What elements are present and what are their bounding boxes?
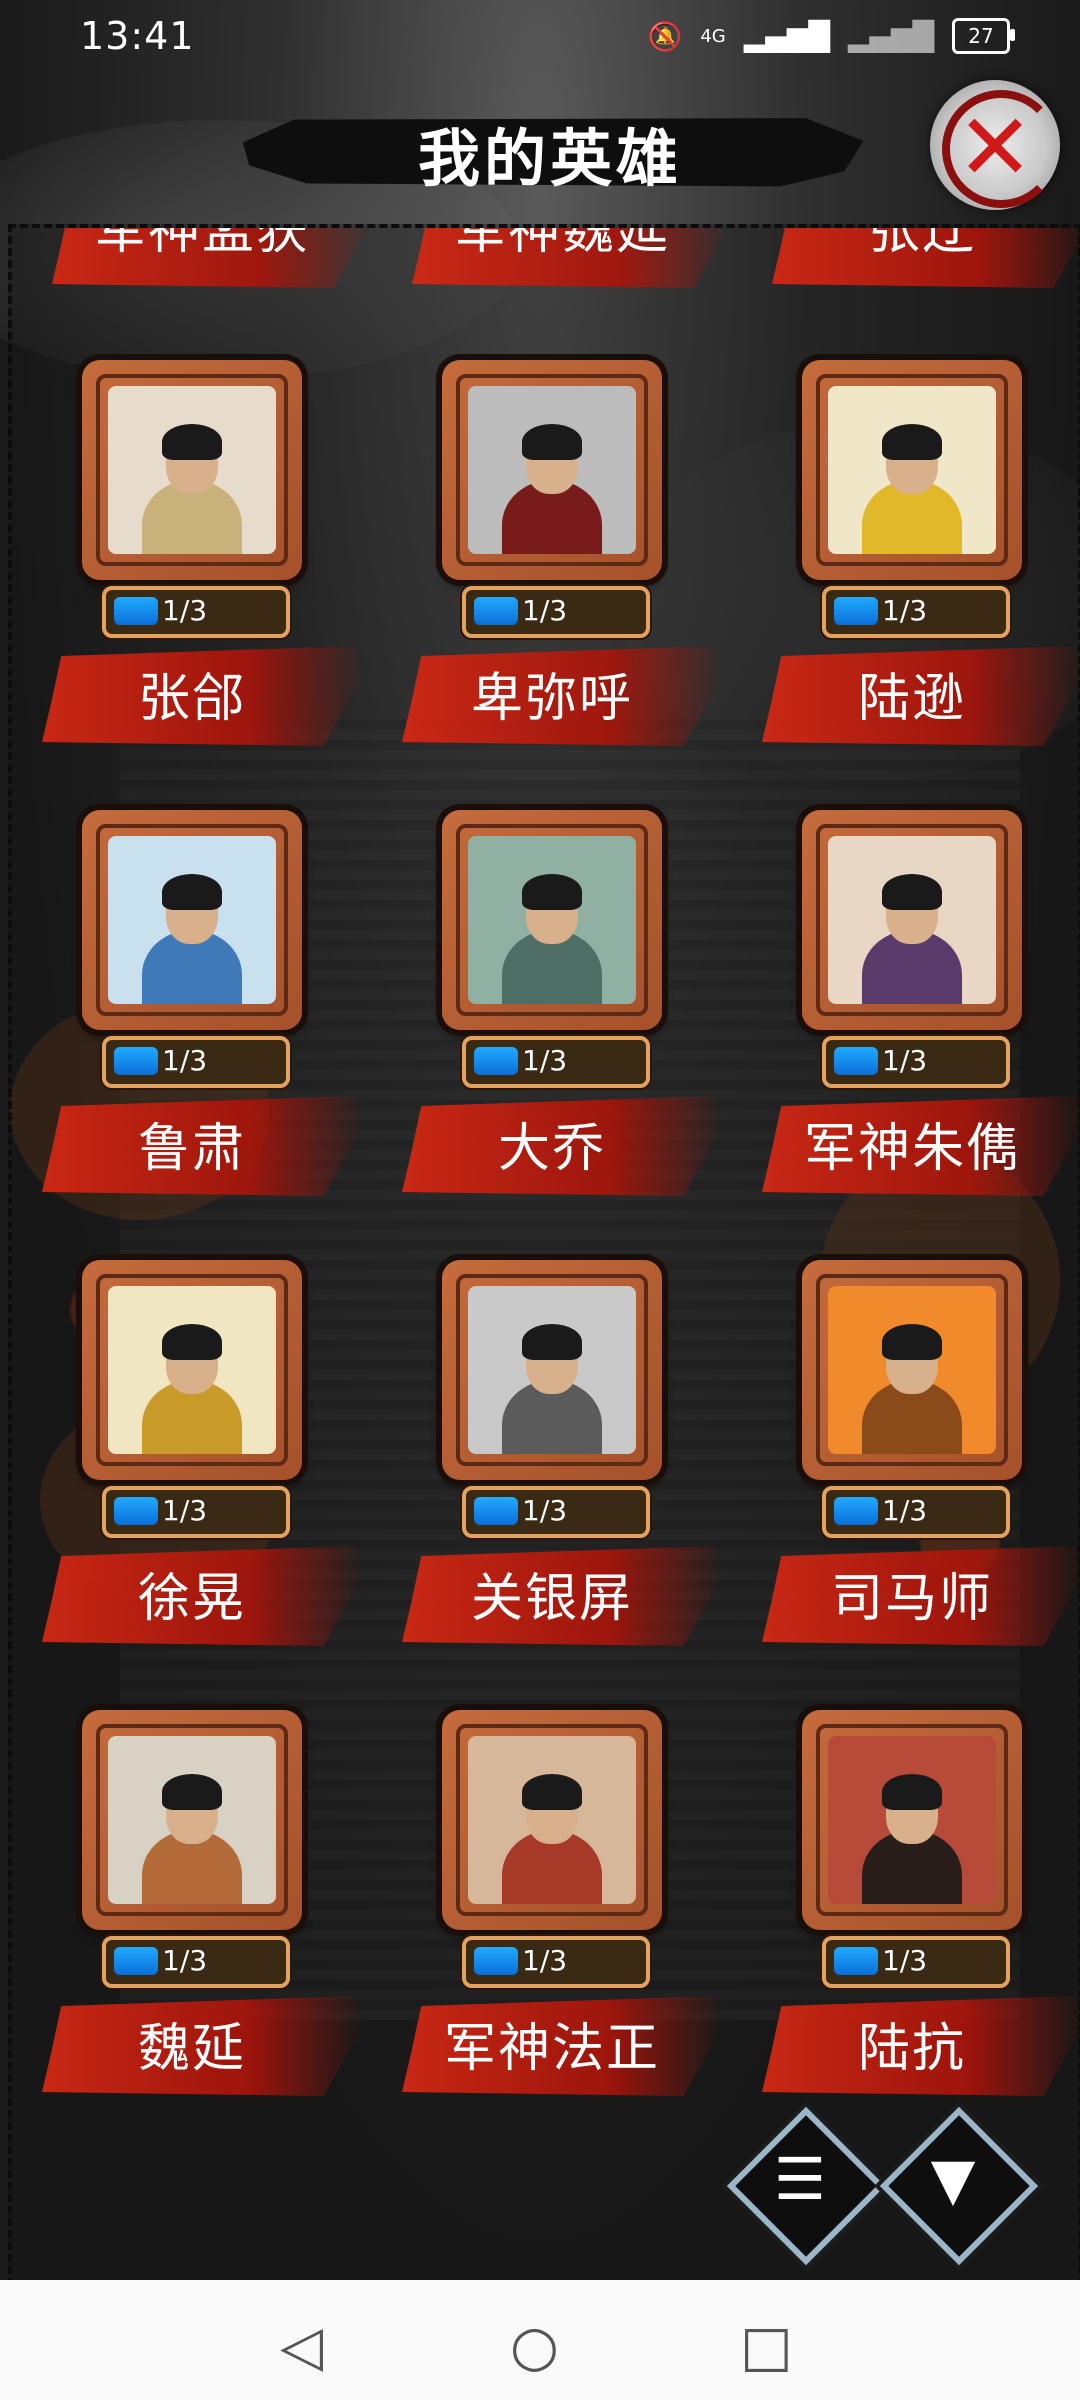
battery-icon: 27 <box>952 18 1015 54</box>
hero-card[interactable]: 1/3 卑弥呼 <box>402 360 722 760</box>
filter-button[interactable]: ▼ <box>879 2106 1039 2266</box>
hero-portrait <box>108 1736 276 1904</box>
shard-progress-text: 1/3 <box>522 1494 568 1527</box>
list-view-button[interactable]: ☰ <box>726 2106 886 2266</box>
shard-progress-text: 1/3 <box>522 1944 568 1977</box>
mute-icon: 🔕 <box>647 19 683 53</box>
shard-progress: 1/3 <box>102 1036 290 1088</box>
hero-portrait <box>468 836 636 1004</box>
hero-portrait <box>468 1736 636 1904</box>
hero-portrait <box>828 1286 996 1454</box>
shard-progress: 1/3 <box>822 586 1010 638</box>
shard-progress: 1/3 <box>822 1936 1010 1988</box>
hero-portrait <box>828 836 996 1004</box>
portrait-frame <box>82 1710 302 1930</box>
portrait-frame <box>82 1260 302 1480</box>
hero-card[interactable]: 1/3 关银屏 <box>402 1260 722 1660</box>
filter-icon: ▼ <box>930 2145 976 2213</box>
hero-grid: 军神孟获 军神魏延 张辽 1/3 张郃 1/3 卑弥呼 1/3 陆逊 1/3 鲁… <box>12 228 1078 2282</box>
signal-icon: ▂▄▆█ <box>743 19 830 53</box>
portrait-frame <box>802 1260 1022 1480</box>
shard-progress-text: 1/3 <box>882 1494 928 1527</box>
hero-name: 军神法正 <box>443 2019 660 2079</box>
status-icons: 🔕 4G ▂▄▆█ ▂▄▆█ 27 <box>647 18 1015 54</box>
status-bar: 13:41 🔕 4G ▂▄▆█ ▂▄▆█ 27 <box>0 0 1080 74</box>
shard-progress-text: 1/3 <box>162 1494 208 1527</box>
hero-name: 陆逊 <box>857 669 966 729</box>
shard-progress: 1/3 <box>102 1486 290 1538</box>
hero-name: 军神朱儁 <box>803 1119 1020 1179</box>
list-icon: ☰ <box>774 2145 826 2213</box>
hero-portrait <box>468 1286 636 1454</box>
hero-name: 卑弥呼 <box>470 669 633 729</box>
portrait-frame <box>442 1260 662 1480</box>
shard-progress: 1/3 <box>102 1936 290 1988</box>
nav-recents-icon[interactable]: □ <box>740 2314 793 2379</box>
hero-portrait <box>468 386 636 554</box>
hero-card[interactable]: 1/3 徐晃 <box>42 1260 362 1660</box>
network-label: 4G <box>700 25 726 47</box>
shard-progress-text: 1/3 <box>522 594 568 627</box>
shard-progress: 1/3 <box>102 586 290 638</box>
portrait-frame <box>802 810 1022 1030</box>
portrait-frame <box>442 360 662 580</box>
hero-name: 魏延 <box>137 2019 246 2079</box>
hero-name: 徐晃 <box>137 1569 246 1629</box>
hero-portrait <box>108 386 276 554</box>
system-navigation-bar: ◁ ○ □ <box>0 2280 1080 2400</box>
hero-name: 关银屏 <box>470 1569 633 1629</box>
shard-progress: 1/3 <box>462 1936 650 1988</box>
hero-card[interactable]: 1/3 司马师 <box>762 1260 1078 1660</box>
hero-card[interactable]: 1/3 军神法正 <box>402 1710 722 2110</box>
page-title: 我的英雄 <box>417 122 682 195</box>
shard-progress-text: 1/3 <box>882 1944 928 1977</box>
shard-progress-text: 1/3 <box>882 1044 928 1077</box>
signal-icon: ▂▄▆█ <box>847 19 934 53</box>
hero-name: 鲁肃 <box>137 1119 246 1179</box>
portrait-frame <box>82 360 302 580</box>
shard-progress: 1/3 <box>462 586 650 638</box>
hero-name: 张郃 <box>137 669 246 729</box>
hero-portrait <box>828 386 996 554</box>
close-icon: ✕ <box>956 94 1034 201</box>
shard-progress: 1/3 <box>462 1486 650 1538</box>
page-title-banner: 我的英雄 <box>230 100 870 200</box>
hero-name: 军神孟获 <box>93 224 310 261</box>
close-button[interactable]: ✕ <box>930 80 1060 210</box>
hero-list-panel[interactable]: 军神孟获 军神魏延 张辽 1/3 张郃 1/3 卑弥呼 1/3 陆逊 1/3 鲁… <box>8 224 1080 2286</box>
shard-progress: 1/3 <box>822 1486 1010 1538</box>
portrait-frame <box>442 810 662 1030</box>
hero-card[interactable]: 1/3 鲁肃 <box>42 810 362 1210</box>
hero-portrait <box>828 1736 996 1904</box>
hero-name: 张辽 <box>867 224 976 261</box>
hero-card[interactable]: 1/3 军神朱儁 <box>762 810 1078 1210</box>
nav-home-icon[interactable]: ○ <box>510 2314 559 2379</box>
shard-progress-text: 1/3 <box>162 1944 208 1977</box>
shard-progress-text: 1/3 <box>522 1044 568 1077</box>
shard-progress: 1/3 <box>462 1036 650 1088</box>
hero-portrait <box>108 836 276 1004</box>
shard-progress-text: 1/3 <box>162 594 208 627</box>
hero-card[interactable]: 1/3 陆抗 <box>762 1710 1078 2110</box>
battery-level: 27 <box>968 24 994 48</box>
hero-card[interactable]: 1/3 魏延 <box>42 1710 362 2110</box>
hero-name: 大乔 <box>497 1119 606 1179</box>
hero-portrait <box>108 1286 276 1454</box>
shard-progress-text: 1/3 <box>162 1044 208 1077</box>
hero-name: 司马师 <box>830 1569 993 1629</box>
hero-name: 陆抗 <box>857 2019 966 2079</box>
nav-back-icon[interactable]: ◁ <box>280 2314 323 2379</box>
hero-card[interactable]: 1/3 张郃 <box>42 360 362 760</box>
portrait-frame <box>82 810 302 1030</box>
hero-card[interactable]: 1/3 大乔 <box>402 810 722 1210</box>
shard-progress: 1/3 <box>822 1036 1010 1088</box>
status-time: 13:41 <box>80 14 195 58</box>
shard-progress-text: 1/3 <box>882 594 928 627</box>
hero-name: 军神魏延 <box>453 224 670 261</box>
portrait-frame <box>442 1710 662 1930</box>
portrait-frame <box>802 360 1022 580</box>
hero-card[interactable]: 1/3 陆逊 <box>762 360 1078 760</box>
portrait-frame <box>802 1710 1022 1930</box>
